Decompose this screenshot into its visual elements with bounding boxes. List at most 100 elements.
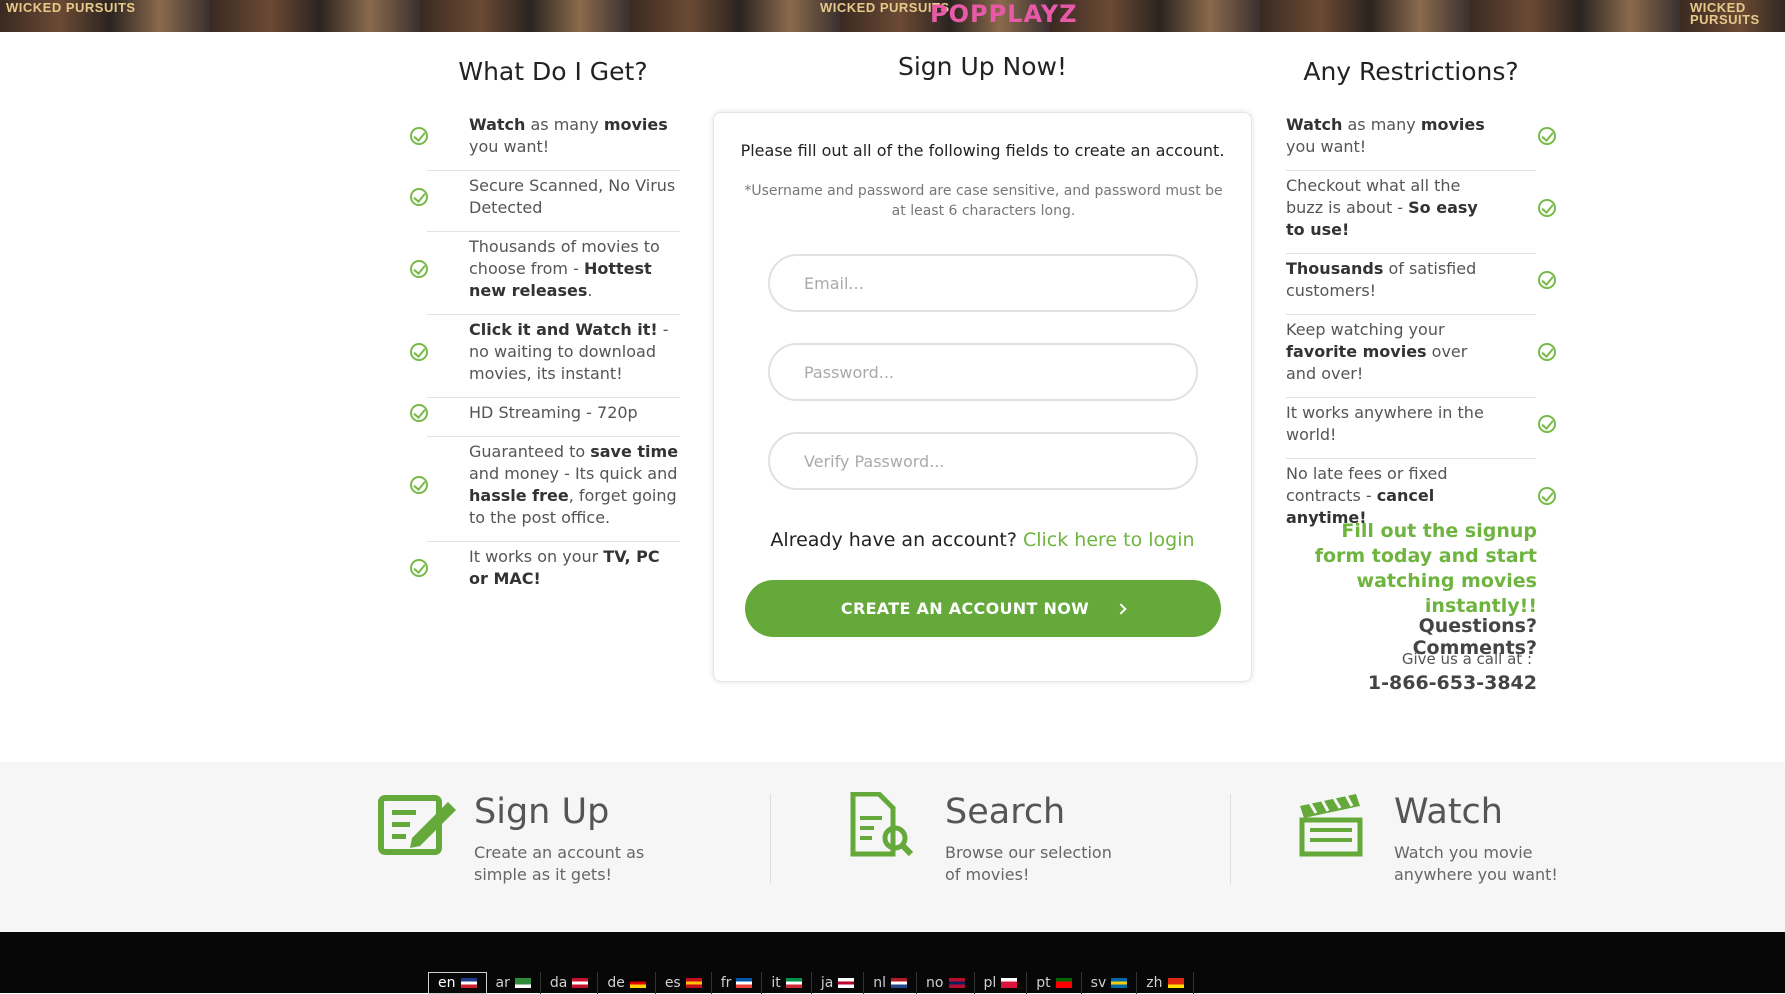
step-description: Create an account as simple as it gets! [474,843,645,884]
flag-icon [1001,978,1018,988]
flag-icon [685,978,702,988]
phone-number[interactable]: 1-866-653-3842 [1290,672,1537,694]
list-item-text: Click it and Watch it! [469,320,658,339]
language-code: ar [495,975,510,991]
list-item-text: Secure Scanned, No Virus Detected [469,176,676,217]
list-item-text: Keep watching your [1286,320,1445,339]
list-item-text: hassle free [469,486,569,505]
list-item-text: HD Streaming - 720p [469,403,638,422]
flag-icon [1111,978,1128,988]
list-item: Checkout what all the buzz is about - So… [1286,171,1556,254]
language-option-es[interactable]: es [656,972,712,994]
language-code: es [664,975,681,991]
banner-tile-label: WICKED PURSUITS [1690,0,1760,27]
language-code: pl [983,975,997,991]
site-logo[interactable]: POPPLAYZ [930,0,1078,28]
search-document-icon [850,792,914,857]
language-option-zh[interactable]: zh [1137,972,1194,994]
list-item: Secure Scanned, No Virus Detected [410,171,680,232]
step-watch: Watch Watch you movie anywhere you want! [1298,792,1598,892]
language-code: it [771,975,781,991]
language-option-no[interactable]: no [917,972,975,994]
language-option-nl[interactable]: nl [864,972,918,994]
language-option-sv[interactable]: sv [1082,972,1138,994]
flag-icon [785,978,802,988]
clapperboard-icon [1299,794,1363,857]
create-account-button[interactable]: CREATE AN ACCOUNT NOW [745,580,1221,637]
list-item-text: as many [525,115,604,134]
step-title: Watch [1394,792,1503,832]
language-code: nl [873,975,887,991]
check-circle-icon [410,127,428,145]
flag-icon [514,978,531,988]
signup-promo: Fill out the signup form today and start… [1314,520,1537,617]
flag-icon [460,978,477,988]
signup-title: Sign Up Now! [897,52,1068,81]
language-code: pt [1036,975,1051,991]
check-circle-icon [410,476,428,494]
list-item-text: . [587,281,593,300]
language-code: ja [820,975,834,991]
language-code: sv [1090,975,1107,991]
language-code: fr [720,975,732,991]
language-option-en[interactable]: en [428,972,487,994]
flag-icon [736,978,753,988]
flag-icon [948,978,965,988]
step-divider [770,794,771,884]
list-item-text: Guaranteed to [469,442,591,461]
list-item-text: movies [603,115,668,134]
signup-note: *Username and password are case sensitiv… [744,183,1223,219]
language-option-it[interactable]: it [762,972,812,994]
login-prompt: Already have an account? [770,529,1017,551]
flag-icon [838,978,855,988]
step-signup: Sign Up Create an account as simple as i… [378,792,678,892]
restrictions-list: Watch as many movies you want! Checkout w… [1286,110,1556,541]
check-circle-icon [410,188,428,206]
check-circle-icon [1538,271,1556,289]
language-code: en [438,975,456,991]
list-item-text: Watch [1286,115,1343,134]
language-option-ja[interactable]: ja [812,972,865,994]
list-item-text: favorite movies [1286,342,1427,361]
banner-tile-label: WICKED PURSUITS [6,0,136,15]
check-circle-icon [1538,487,1556,505]
language-option-fr[interactable]: fr [712,972,763,994]
language-option-de[interactable]: de [598,972,656,994]
list-item-text: save time [590,442,679,461]
step-divider [1230,794,1231,884]
create-account-label: CREATE AN ACCOUNT NOW [840,599,1090,618]
email-field[interactable] [768,254,1198,312]
login-link[interactable]: Click here to login [1023,529,1195,551]
check-circle-icon [1538,415,1556,433]
check-circle-icon [410,343,428,361]
chevron-right-icon [1115,603,1127,615]
language-option-ar[interactable]: ar [487,972,541,994]
check-circle-icon [1538,343,1556,361]
step-title: Sign Up [474,792,610,832]
language-code: zh [1146,975,1163,991]
signup-card: Please fill out all of the following fie… [713,112,1252,682]
footer: en ar da de es fr it ja nl no pl pt sv zh [0,932,1785,994]
top-banner: WICKED PURSUITS WICKED PURSUITS WICKED P… [0,0,1785,32]
list-item: Click it and Watch it! - no waiting to d… [410,315,680,398]
language-code: no [926,975,944,991]
language-option-da[interactable]: da [541,972,599,994]
list-item: It works on your TV, PC or MAC! [410,542,680,602]
list-item: Watch as many movies you want! [410,110,680,171]
list-item: HD Streaming - 720p [410,398,680,437]
signup-intro: Please fill out all of the following fie… [740,141,1225,160]
signup-form-icon [378,795,456,855]
list-item-text: It works anywhere in the world! [1286,403,1484,444]
step-title: Search [945,792,1066,832]
language-code: de [607,975,625,991]
verify-password-field[interactable] [768,432,1198,490]
check-circle-icon [410,559,428,577]
check-circle-icon [1538,199,1556,217]
password-field[interactable] [768,343,1198,401]
language-option-pt[interactable]: pt [1027,972,1082,994]
flag-icon [1167,978,1184,988]
list-item: Guaranteed to save time and money - Its … [410,437,680,542]
list-item-text: as many [1342,115,1421,134]
language-option-pl[interactable]: pl [975,972,1028,994]
flag-icon [891,978,908,988]
